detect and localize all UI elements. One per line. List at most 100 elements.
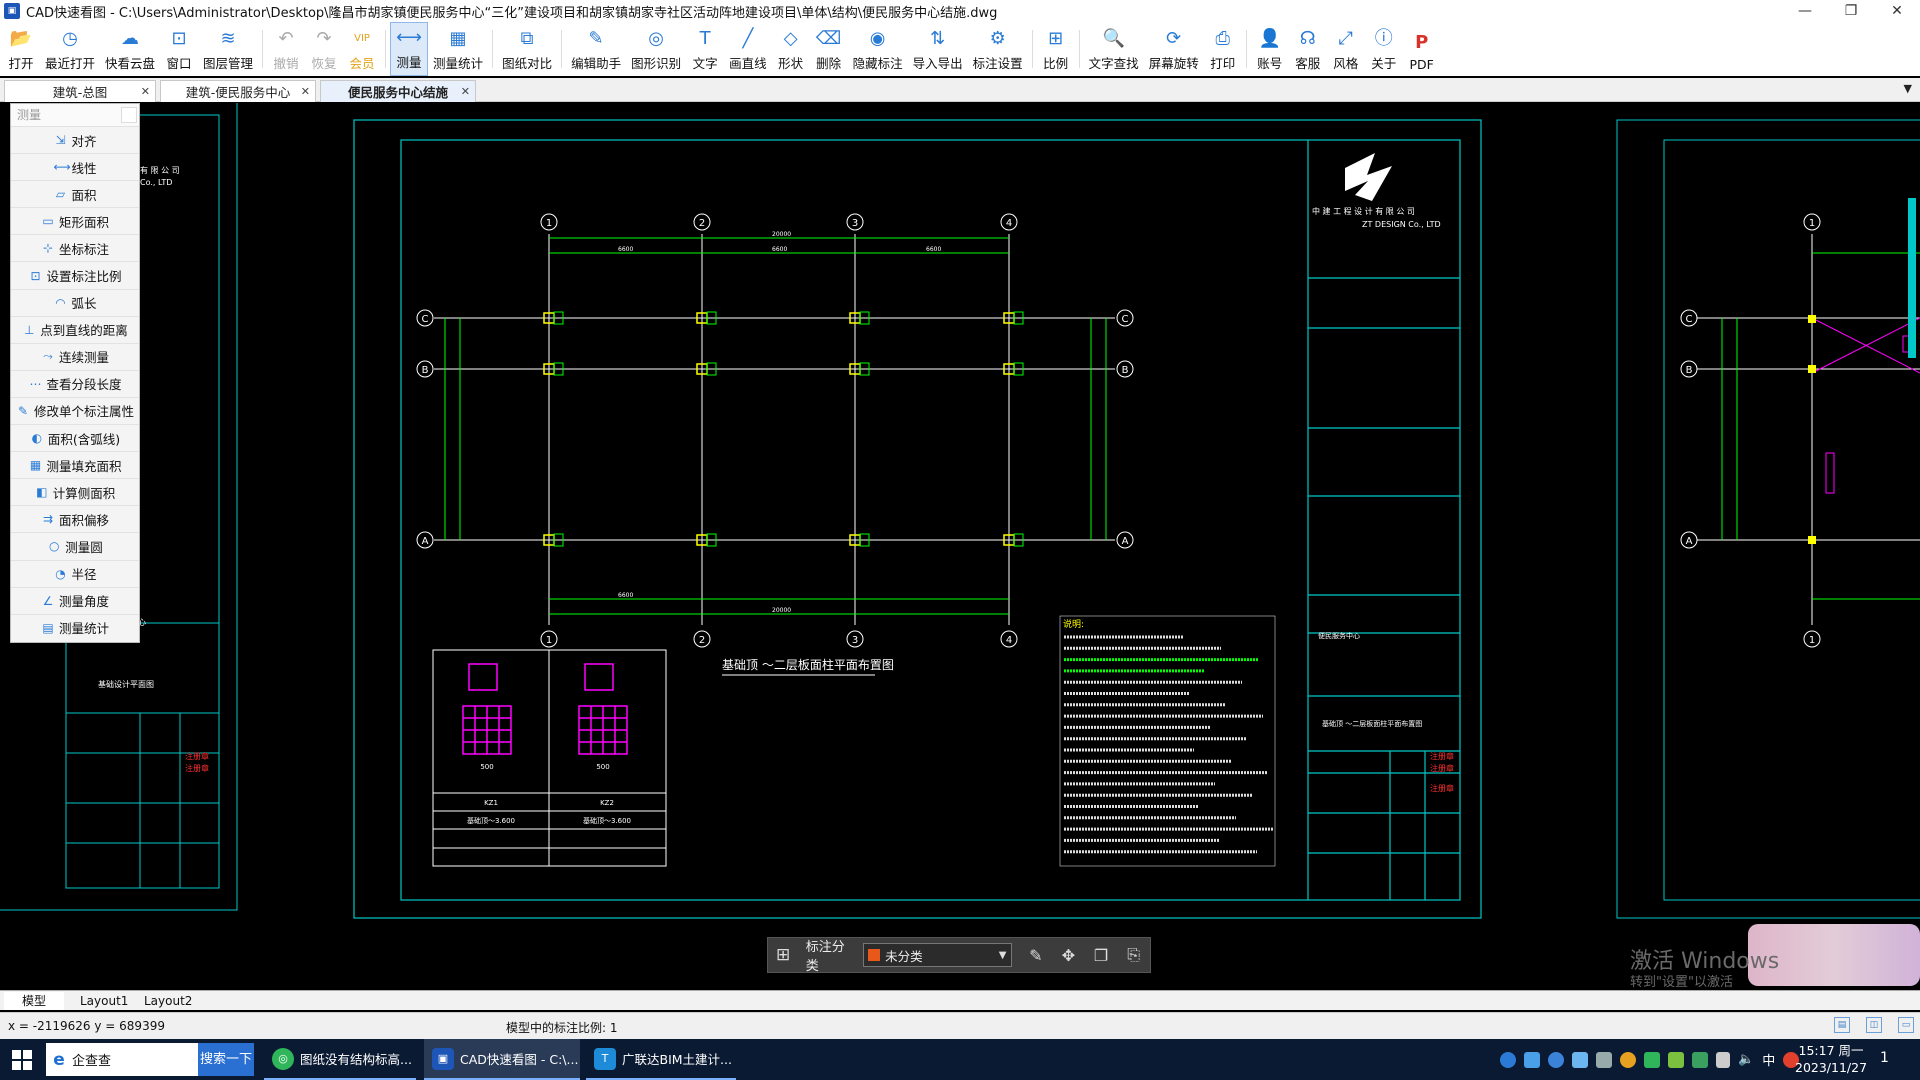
paste-icon[interactable]: ⎘ — [1117, 945, 1150, 965]
measure-item-edit-annotation[interactable]: ✎ 修改单个标注属性 — [11, 396, 139, 424]
coordinate-icon: ⊹ — [42, 241, 54, 256]
toolbar-info-button[interactable]: ⓘ 关于 — [1365, 22, 1403, 76]
measure-item-measure-stats[interactable]: ▤ 测量统计 — [11, 613, 139, 641]
measure-item-label: 面积(含弧线) — [47, 431, 121, 447]
toolbar-account-button[interactable]: 👤 账号 — [1251, 22, 1289, 76]
taskbar-app-browser[interactable]: ◎ 图纸没有结构标高... — [264, 1039, 416, 1080]
windows-start-icon[interactable] — [12, 1050, 32, 1070]
tab-building-service-center[interactable]: 建筑-便民服务中心 ✕ — [160, 80, 316, 102]
toolbar-label: 隐藏标注 — [852, 56, 903, 71]
toolbar-scale-button[interactable]: ⊞ 比例 — [1037, 22, 1075, 76]
toolbar-ruler-button[interactable]: ⟷ 测量 — [390, 22, 429, 76]
measure-item-continuous-measure[interactable]: ⤳ 连续测量 — [11, 342, 139, 370]
toolbar-window-button[interactable]: ⊡ 窗口 — [160, 22, 198, 76]
toolbar-import-export-button[interactable]: ⇅ 导入导出 — [908, 22, 968, 76]
measure-item-segment-length[interactable]: ⋯ 查看分段长度 — [11, 369, 139, 397]
nvidia-icon[interactable] — [1692, 1051, 1708, 1068]
notification-center-icon[interactable]: 1 — [1880, 1050, 1889, 1066]
measure-item-angle[interactable]: ∠ 测量角度 — [11, 586, 139, 614]
move-icon[interactable]: ✥ — [1052, 946, 1085, 965]
toolbar-edit-assistant-button[interactable]: ✎ 编辑助手 — [566, 22, 626, 76]
toolbar-redo-button[interactable]: ↷ 恢复 — [305, 22, 343, 76]
toolbar-recent-clock-button[interactable]: ◷ 最近打开 — [40, 22, 100, 76]
measure-item-set-scale[interactable]: ⊡ 设置标注比例 — [11, 261, 139, 288]
toolbar-vip-button[interactable]: VIP 会员 — [343, 22, 381, 76]
fullscreen-icon[interactable]: ▭ — [1898, 1017, 1914, 1033]
toolbar-text-button[interactable]: T 文字 — [686, 22, 724, 76]
tray-app-icon[interactable] — [1500, 1051, 1516, 1068]
measure-item-linear-measure[interactable]: ⟷ 线性 — [11, 153, 139, 180]
toolbar-cloud-button[interactable]: ☁ 快看云盘 — [100, 22, 160, 76]
close-window-button[interactable]: ✕ — [1874, 0, 1920, 22]
tab-layout2[interactable]: Layout2 — [144, 992, 192, 1010]
tray-app-icon[interactable] — [1668, 1051, 1684, 1068]
taskbar-app-glodon[interactable]: T 广联达BIM土建计... — [586, 1039, 736, 1080]
layout-icon[interactable]: ▤ — [1834, 1017, 1850, 1033]
tray-app-icon[interactable] — [1548, 1051, 1564, 1068]
measure-item-area[interactable]: ▱ 面积 — [11, 180, 139, 207]
toolbar-text-search-button[interactable]: 🔍 文字查找 — [1084, 22, 1144, 76]
toolbar-line-button[interactable]: ╱ 画直线 — [724, 22, 772, 76]
taskbar-app-cad[interactable]: ▣ CAD快速看图 - C:\... — [424, 1039, 580, 1080]
toolbar-hide-annotation-button[interactable]: ◉ 隐藏标注 — [848, 22, 908, 76]
toolbar-pdf-button[interactable]: P PDF — [1403, 22, 1441, 76]
measure-item-area-offset[interactable]: ⇉ 面积偏移 — [11, 505, 139, 532]
close-icon[interactable]: ✕ — [301, 85, 310, 98]
tray-app-icon[interactable] — [1524, 1051, 1540, 1068]
edit-annotation-icon[interactable]: ✎ — [1020, 946, 1053, 965]
close-panel-button[interactable] — [121, 107, 137, 123]
toolbar-eraser-button[interactable]: ⌫ 删除 — [810, 22, 848, 76]
drawing-canvas[interactable]: 注册章注册章 有 限 公 司 Co., LTD 基础设计平面图 便民服务中心 — [0, 97, 1920, 990]
right-sheet-bubbles — [1680, 213, 1821, 648]
toolbar-undo-button[interactable]: ↶ 撤销 — [267, 22, 305, 76]
volume-icon[interactable]: 🔈 — [1738, 1052, 1754, 1067]
toolbar-folder-open-button[interactable]: 📂 打开 — [2, 22, 40, 76]
tab-layout1[interactable]: Layout1 — [80, 992, 128, 1010]
measure-item-side-area[interactable]: ◧ 计算侧面积 — [11, 478, 139, 505]
toolbar-annotation-settings-button[interactable]: ⚙ 标注设置 — [968, 22, 1028, 76]
measure-item-align-measure[interactable]: ⇲ 对齐 — [11, 126, 139, 153]
measure-item-measure-circle[interactable]: ○ 测量圆 — [11, 532, 139, 559]
toolbar-headset-button[interactable]: ☊ 客服 — [1289, 22, 1327, 76]
measure-item-arc-area[interactable]: ◐ 面积(含弧线) — [11, 424, 139, 451]
toolbar-rotate-screen-button[interactable]: ⟳ 屏幕旋转 — [1144, 22, 1204, 76]
toolbar-compare-button[interactable]: ⧉ 图纸对比 — [497, 22, 557, 76]
network-icon[interactable] — [1716, 1051, 1730, 1068]
shape-icon: ◇ — [783, 28, 798, 49]
grid-view-icon[interactable]: ⊞ — [776, 945, 800, 965]
measure-item-rect-area[interactable]: ▭ 矩形面积 — [11, 207, 139, 234]
close-icon[interactable]: ✕ — [461, 85, 470, 98]
tray-app-icon[interactable] — [1620, 1051, 1636, 1068]
tab-structure-service-center[interactable]: 便民服务中心结施 ✕ — [320, 80, 476, 102]
view-mode-icon[interactable]: ◫ — [1866, 1017, 1882, 1033]
annotation-category-select[interactable]: 未分类 ▼ — [863, 943, 1012, 967]
glodon-app-icon: T — [594, 1047, 616, 1070]
measure-item-radius[interactable]: ◔ 半径 — [11, 559, 139, 587]
toolbar-printer-button[interactable]: ⎙ 打印 — [1204, 22, 1242, 76]
measure-item-fill-area[interactable]: ▦ 测量填充面积 — [11, 451, 139, 478]
toolbar-layers-button[interactable]: ≋ 图层管理 — [198, 22, 258, 76]
tray-app-icon[interactable] — [1644, 1051, 1660, 1068]
measure-item-arc-length[interactable]: ◠ 弧长 — [11, 288, 139, 316]
measure-item-coordinate[interactable]: ⊹ 坐标标注 — [11, 234, 139, 261]
toolbar-shape-recognition-button[interactable]: ◎ 图形识别 — [626, 22, 686, 76]
restore-button[interactable]: ❐ — [1828, 0, 1874, 22]
toolbar-style-button[interactable]: ⤢ 风格 — [1327, 22, 1365, 76]
measure-item-point-line-distance[interactable]: ⊥ 点到直线的距离 — [11, 315, 139, 343]
tab-list-dropdown-icon[interactable]: ▼ — [1904, 82, 1912, 95]
toolbar-shape-button[interactable]: ◇ 形状 — [772, 22, 810, 76]
ime-indicator[interactable]: 中 — [1762, 1050, 1775, 1069]
toolbar-measure-stats-button[interactable]: ▦ 测量统计 — [428, 22, 488, 76]
system-clock[interactable]: 15:17 周一 2023/11/27 — [1795, 1042, 1867, 1076]
tab-building-general[interactable]: 建筑-总图 ✕ — [4, 80, 156, 102]
copy-icon[interactable]: ❐ — [1085, 946, 1118, 965]
tray-app-icon[interactable] — [1596, 1051, 1612, 1068]
search-query[interactable]: 企查查 — [72, 1050, 198, 1069]
design-notes: 说明: — [1059, 615, 1276, 867]
taskbar-search[interactable]: e 企查查 搜索一下 — [46, 1043, 254, 1076]
cloud-icon[interactable] — [1572, 1051, 1588, 1068]
close-icon[interactable]: ✕ — [141, 85, 150, 98]
search-button[interactable]: 搜索一下 — [198, 1043, 254, 1076]
tab-model[interactable]: 模型 — [4, 992, 64, 1010]
minimize-button[interactable]: — — [1782, 0, 1828, 22]
